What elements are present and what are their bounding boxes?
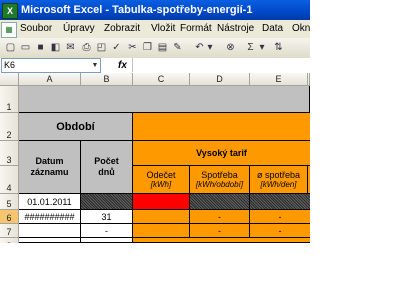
- odecet-label: Odečet: [146, 170, 176, 180]
- menu-zobrazit[interactable]: Zobrazit: [104, 20, 140, 38]
- undo-dropdown-icon[interactable]: ▾: [206, 41, 214, 54]
- cell-a8[interactable]: [19, 238, 81, 243]
- vysoky-tarif-header[interactable]: Vysoký tarif: [133, 141, 310, 166]
- worksheet-grid: A B C D E 1 2 3 4 5 6 7 8 Období Datum z…: [0, 73, 310, 243]
- fx-icon[interactable]: fx: [118, 58, 127, 73]
- header-band-row-1[interactable]: [19, 86, 310, 113]
- menu-nastroje[interactable]: Nástroje: [217, 20, 254, 38]
- excel-window: X Microsoft Excel - Tabulka-spotřeby-ene…: [0, 0, 310, 243]
- row-header-3[interactable]: 3: [0, 141, 19, 166]
- cut-icon[interactable]: ✂: [126, 41, 139, 54]
- autosum-dropdown-icon[interactable]: ▾: [258, 41, 266, 54]
- cell-c7[interactable]: [133, 224, 190, 238]
- window-title: Microsoft Excel - Tabulka-spotřeby-energ…: [21, 4, 253, 16]
- undo-icon[interactable]: ↶: [193, 41, 206, 54]
- permission-icon[interactable]: ◧: [49, 41, 62, 54]
- cell-d5[interactable]: [190, 194, 250, 210]
- column-header-f[interactable]: [308, 73, 310, 86]
- autosum-icon[interactable]: Σ: [244, 41, 257, 54]
- avg-spotreba-label: ø spotřeba: [256, 170, 301, 180]
- cell-a6[interactable]: ##########: [19, 210, 81, 224]
- save-icon[interactable]: ■: [34, 41, 47, 54]
- sort-ascending-icon[interactable]: ⇅: [272, 41, 285, 54]
- format-painter-icon[interactable]: ✎: [171, 41, 184, 54]
- cell-c6[interactable]: [133, 210, 190, 224]
- name-box-value: K6: [4, 60, 16, 70]
- cell-a7[interactable]: [19, 224, 81, 238]
- menu-soubor[interactable]: Soubor: [20, 20, 52, 38]
- column-header-e[interactable]: E: [250, 73, 308, 86]
- cell-b5[interactable]: [81, 194, 133, 210]
- column-header-a[interactable]: A: [19, 73, 81, 86]
- column-header-d[interactable]: D: [190, 73, 250, 86]
- avg-spotreba-unit: [kWh/den]: [260, 180, 297, 189]
- formula-bar: K6 ▼ fx: [0, 58, 310, 74]
- new-icon[interactable]: ▢: [4, 41, 17, 54]
- obdobi-header[interactable]: Období: [19, 113, 133, 141]
- orange-header-row-2[interactable]: [133, 113, 310, 141]
- cell-d7[interactable]: -: [190, 224, 250, 238]
- orange-edge-row-4: [308, 166, 310, 194]
- column-header-b[interactable]: B: [81, 73, 133, 86]
- cell-e7[interactable]: -: [250, 224, 310, 238]
- row-header-1[interactable]: 1: [0, 86, 19, 113]
- pocet-dnu-header[interactable]: Počet dnů: [81, 141, 133, 194]
- cell-e5[interactable]: [250, 194, 310, 210]
- menu-vlozit[interactable]: Vložit: [151, 20, 175, 38]
- cell-d6[interactable]: -: [190, 210, 250, 224]
- row-header-2[interactable]: 2: [0, 113, 19, 141]
- excel-app-icon[interactable]: X: [2, 3, 18, 19]
- menu-bar: ▦ Soubor Úpravy Zobrazit Vložit Formát N…: [0, 20, 310, 39]
- title-bar: X Microsoft Excel - Tabulka-spotřeby-ene…: [0, 0, 310, 20]
- paste-icon[interactable]: ▤: [156, 41, 169, 54]
- row-header-7[interactable]: 7: [0, 224, 19, 238]
- row-header-8[interactable]: 8: [0, 238, 19, 243]
- open-icon[interactable]: ▭: [19, 41, 32, 54]
- cell-b6[interactable]: 31: [81, 210, 133, 224]
- menu-upravy[interactable]: Úpravy: [63, 20, 95, 38]
- row-header-4[interactable]: 4: [0, 166, 19, 194]
- avg-spotreba-header[interactable]: ø spotřeba [kWh/den]: [250, 166, 308, 194]
- select-all-corner[interactable]: [0, 73, 19, 86]
- cell-c5[interactable]: [133, 194, 190, 210]
- menu-format[interactable]: Formát: [180, 20, 212, 38]
- column-header-c[interactable]: C: [133, 73, 190, 86]
- cell-e6[interactable]: -: [250, 210, 310, 224]
- menu-data[interactable]: Data: [262, 20, 283, 38]
- cell-a5[interactable]: 01.01.2011: [19, 194, 81, 210]
- spotreba-unit: [kWh/období]: [195, 180, 244, 189]
- print-preview-icon[interactable]: ◰: [95, 41, 108, 54]
- datum-zaznamu-header[interactable]: Datum záznamu: [19, 141, 81, 194]
- spotreba-header[interactable]: Spotřeba [kWh/období]: [190, 166, 250, 194]
- row-header-6[interactable]: 6: [0, 210, 19, 224]
- cell-c8-e8[interactable]: [133, 238, 310, 243]
- cell-b8[interactable]: [81, 238, 133, 243]
- cell-b7[interactable]: -: [81, 224, 133, 238]
- spelling-icon[interactable]: ✓: [110, 41, 123, 54]
- copy-icon[interactable]: ❐: [141, 41, 154, 54]
- formula-input[interactable]: [132, 58, 310, 72]
- spotreba-label: Spotřeba: [201, 170, 238, 180]
- menu-okno[interactable]: Okno: [292, 20, 310, 38]
- name-box[interactable]: K6 ▼: [1, 58, 101, 73]
- print-icon[interactable]: ⎙: [80, 41, 93, 54]
- row-header-5[interactable]: 5: [0, 194, 19, 210]
- workbook-icon[interactable]: ▦: [1, 22, 17, 38]
- odecet-unit: [kWh]: [150, 180, 172, 189]
- odecet-header[interactable]: Odečet [kWh]: [133, 166, 190, 194]
- chevron-down-icon[interactable]: ▼: [90, 59, 100, 72]
- hyperlink-icon[interactable]: ⊗: [224, 41, 237, 54]
- standard-toolbar: ▢ ▭ ■ ◧ ✉ ⎙ ◰ ✓ ✂ ❐ ▤ ✎ ↶ ▾ ⊗ Σ ▾ ⇅: [0, 38, 310, 59]
- email-icon[interactable]: ✉: [64, 41, 77, 54]
